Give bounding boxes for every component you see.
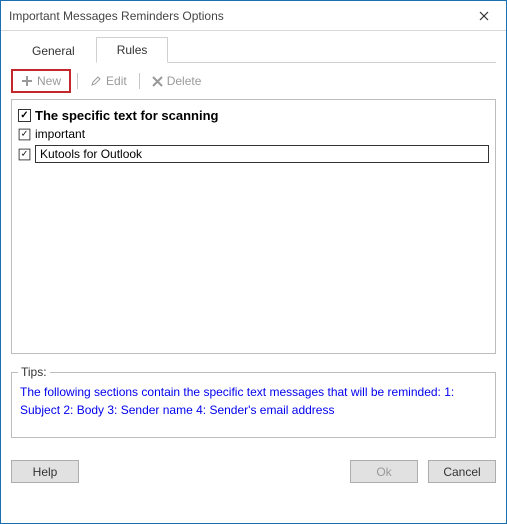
- tab-general[interactable]: General: [11, 38, 96, 63]
- cancel-button[interactable]: Cancel: [428, 460, 496, 483]
- highlight-box: New: [11, 69, 71, 93]
- titlebar: Important Messages Reminders Options: [1, 1, 506, 31]
- close-icon: [479, 11, 489, 21]
- plus-icon: [21, 75, 33, 87]
- toolbar-separator: [77, 73, 78, 89]
- tab-label: Rules: [117, 43, 148, 57]
- pencil-icon: [90, 75, 102, 87]
- tips-text: The following sections contain the speci…: [20, 383, 487, 419]
- tips-groupbox: Tips: The following sections contain the…: [11, 372, 496, 438]
- rules-list: ✓ The specific text for scanning ✓ impor…: [11, 99, 496, 354]
- toolbar-separator: [139, 73, 140, 89]
- content-area: General Rules New Edit: [1, 31, 506, 448]
- rules-header-label: The specific text for scanning: [35, 108, 219, 123]
- rule-row: ✓ Kutools for Outlook: [18, 143, 489, 165]
- window-title: Important Messages Reminders Options: [9, 9, 224, 23]
- rule-text[interactable]: important: [35, 127, 85, 141]
- checkbox[interactable]: ✓: [19, 148, 31, 160]
- cancel-label: Cancel: [443, 465, 480, 479]
- checkbox[interactable]: ✓: [19, 128, 31, 140]
- tab-rules[interactable]: Rules: [96, 37, 169, 63]
- tab-label: General: [32, 44, 75, 58]
- x-icon: [152, 76, 163, 87]
- tab-strip: General Rules: [11, 37, 496, 63]
- rule-input-value: Kutools for Outlook: [40, 147, 142, 161]
- spacer: [89, 460, 340, 483]
- ok-label: Ok: [376, 465, 391, 479]
- delete-button[interactable]: Delete: [146, 72, 208, 90]
- new-button[interactable]: New: [15, 72, 67, 90]
- checkbox[interactable]: ✓: [18, 109, 31, 122]
- delete-label: Delete: [167, 74, 202, 88]
- help-button[interactable]: Help: [11, 460, 79, 483]
- rules-header-row: ✓ The specific text for scanning: [18, 106, 489, 125]
- rule-row: ✓ important: [18, 125, 489, 143]
- footer: Help Ok Cancel: [1, 448, 506, 493]
- edit-button[interactable]: Edit: [84, 72, 133, 90]
- tips-label: Tips:: [18, 365, 50, 379]
- ok-button[interactable]: Ok: [350, 460, 418, 483]
- new-label: New: [37, 74, 61, 88]
- edit-label: Edit: [106, 74, 127, 88]
- help-label: Help: [33, 465, 58, 479]
- toolbar: New Edit Delete: [11, 63, 496, 99]
- rule-text-input[interactable]: Kutools for Outlook: [35, 145, 489, 163]
- close-button[interactable]: [461, 1, 506, 31]
